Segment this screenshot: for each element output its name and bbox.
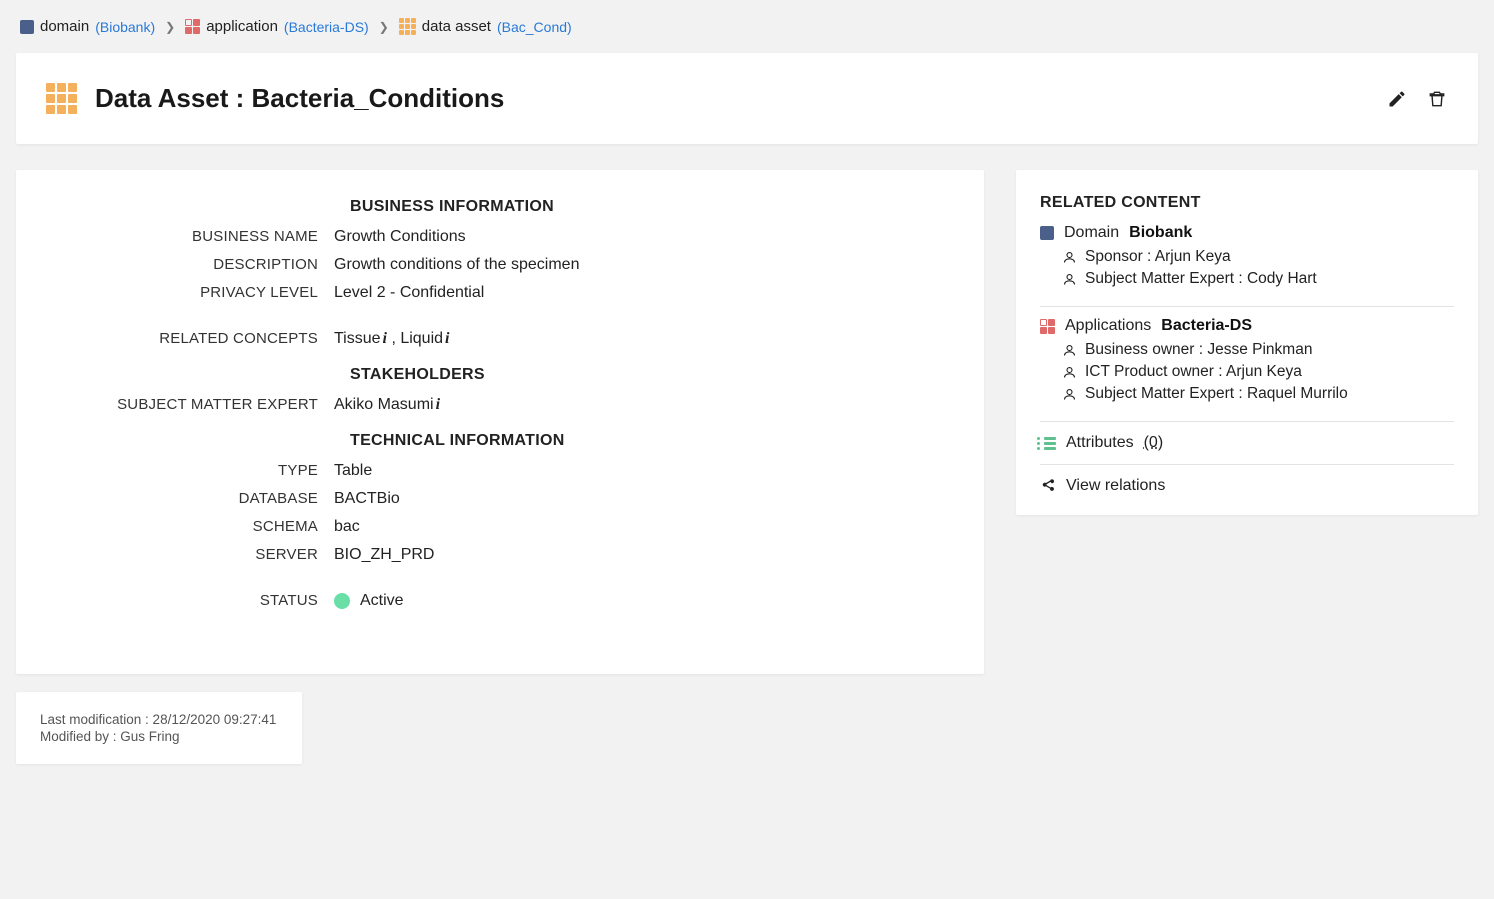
related-application-heading[interactable]: Applications Bacteria-DS: [1040, 317, 1454, 335]
value-status: Active: [334, 592, 954, 610]
meta-modified-by: Modified by : Gus Fring: [40, 729, 278, 744]
page-title: Data Asset : Bacteria_Conditions: [95, 83, 504, 114]
section-business: BUSINESS INFORMATION BUSINESS NAME Growt…: [46, 198, 954, 348]
label-sme: SUBJECT MATTER EXPERT: [46, 396, 334, 413]
person-text: Subject Matter Expert : Raquel Murrilo: [1085, 385, 1348, 403]
domain-icon: [1040, 226, 1054, 240]
breadcrumb-asset-name: (Bac_Cond): [497, 19, 572, 35]
related-domain-name: Biobank: [1129, 224, 1192, 242]
data-asset-icon: [46, 83, 77, 114]
person-text: Business owner : Jesse Pinkman: [1085, 341, 1312, 359]
section-heading-stakeholders: STAKEHOLDERS: [350, 366, 954, 384]
related-domain-person[interactable]: Subject Matter Expert : Cody Hart: [1062, 270, 1454, 288]
breadcrumb-application[interactable]: application (Bacteria-DS): [185, 18, 369, 35]
person-icon: [1062, 343, 1077, 358]
label-description: DESCRIPTION: [46, 256, 334, 273]
label-privacy: PRIVACY LEVEL: [46, 284, 334, 301]
chevron-right-icon: ❯: [165, 20, 175, 34]
label-business-name: BUSINESS NAME: [46, 228, 334, 245]
related-application: Applications Bacteria-DS Business owner …: [1040, 307, 1454, 422]
related-application-name: Bacteria-DS: [1161, 317, 1252, 335]
value-business-name: Growth Conditions: [334, 228, 954, 246]
related-content-heading: RELATED CONTENT: [1040, 194, 1454, 212]
breadcrumb-asset-label: data asset: [422, 18, 491, 35]
related-domain-heading[interactable]: Domain Biobank: [1040, 224, 1454, 242]
breadcrumb-asset[interactable]: data asset (Bac_Cond): [399, 18, 572, 35]
title-card: Data Asset : Bacteria_Conditions: [16, 53, 1478, 144]
label-database: DATABASE: [46, 490, 334, 507]
concept-liquid[interactable]: Liquid: [400, 330, 443, 347]
meta-last-modification: Last modification : 28/12/2020 09:27:41: [40, 712, 278, 727]
value-server: BIO_ZH_PRD: [334, 546, 954, 564]
person-icon: [1062, 272, 1077, 287]
related-application-person[interactable]: Business owner : Jesse Pinkman: [1062, 341, 1454, 359]
breadcrumb: domain (Biobank) ❯ application (Bacteria…: [16, 0, 1478, 47]
related-domain: Domain Biobank Sponsor : Arjun Keya Subj…: [1040, 224, 1454, 307]
status-dot-icon: [334, 593, 350, 609]
value-description: Growth conditions of the specimen: [334, 256, 954, 274]
related-attributes-link[interactable]: Attributes (0): [1040, 422, 1454, 465]
section-heading-technical: TECHNICAL INFORMATION: [350, 432, 954, 450]
concept-sep: ,: [391, 330, 400, 347]
related-application-person[interactable]: Subject Matter Expert : Raquel Murrilo: [1062, 385, 1454, 403]
info-icon[interactable]: i: [436, 396, 440, 414]
breadcrumb-domain-name: (Biobank): [95, 19, 155, 35]
details-card: BUSINESS INFORMATION BUSINESS NAME Growt…: [16, 170, 984, 674]
value-type: Table: [334, 462, 954, 480]
value-schema: bac: [334, 518, 954, 536]
person-icon: [1062, 250, 1077, 265]
related-application-person[interactable]: ICT Product owner : Arjun Keya: [1062, 363, 1454, 381]
meta-card: Last modification : 28/12/2020 09:27:41 …: [16, 692, 302, 764]
breadcrumb-domain-label: domain: [40, 18, 89, 35]
attributes-label: Attributes: [1066, 434, 1134, 452]
person-text: Sponsor : Arjun Keya: [1085, 248, 1231, 266]
status-text: Active: [360, 592, 404, 609]
trash-icon: [1427, 89, 1447, 109]
concept-tissue[interactable]: Tissue: [334, 330, 381, 347]
breadcrumb-domain[interactable]: domain (Biobank): [20, 18, 155, 35]
label-server: SERVER: [46, 546, 334, 563]
value-privacy: Level 2 - Confidential: [334, 284, 954, 302]
section-stakeholders: STAKEHOLDERS SUBJECT MATTER EXPERT Akiko…: [46, 366, 954, 414]
value-database: BACTBio: [334, 490, 954, 508]
label-status: STATUS: [46, 592, 334, 609]
section-technical: TECHNICAL INFORMATION TYPE Table DATABAS…: [46, 432, 954, 610]
label-type: TYPE: [46, 462, 334, 479]
attributes-count: (0): [1144, 434, 1164, 452]
info-icon[interactable]: i: [445, 330, 449, 348]
domain-icon: [20, 20, 34, 34]
edit-button[interactable]: [1386, 88, 1408, 110]
share-icon: [1040, 478, 1056, 494]
related-domain-person[interactable]: Sponsor : Arjun Keya: [1062, 248, 1454, 266]
edit-icon: [1387, 89, 1407, 109]
label-related-concepts: RELATED CONCEPTS: [46, 330, 334, 347]
view-relations-link[interactable]: View relations: [1040, 465, 1454, 507]
related-domain-type: Domain: [1064, 224, 1119, 242]
related-application-type: Applications: [1065, 317, 1151, 335]
person-text: Subject Matter Expert : Cody Hart: [1085, 270, 1317, 288]
data-asset-icon: [399, 18, 416, 35]
person-text: ICT Product owner : Arjun Keya: [1085, 363, 1302, 381]
application-icon: [185, 19, 200, 34]
chevron-right-icon: ❯: [379, 20, 389, 34]
sme-name[interactable]: Akiko Masumi: [334, 396, 434, 413]
person-icon: [1062, 387, 1077, 402]
breadcrumb-application-name: (Bacteria-DS): [284, 19, 369, 35]
view-relations-label: View relations: [1066, 477, 1165, 495]
delete-button[interactable]: [1426, 88, 1448, 110]
section-heading-business: BUSINESS INFORMATION: [350, 198, 954, 216]
value-sme: Akiko Masumii: [334, 396, 954, 414]
person-icon: [1062, 365, 1077, 380]
list-icon: [1040, 435, 1056, 451]
breadcrumb-application-label: application: [206, 18, 278, 35]
application-icon: [1040, 319, 1055, 334]
info-icon[interactable]: i: [383, 330, 387, 348]
value-related-concepts: Tissuei , Liquidi: [334, 330, 954, 348]
label-schema: SCHEMA: [46, 518, 334, 535]
related-content-card: RELATED CONTENT Domain Biobank Sponsor :…: [1016, 170, 1478, 515]
